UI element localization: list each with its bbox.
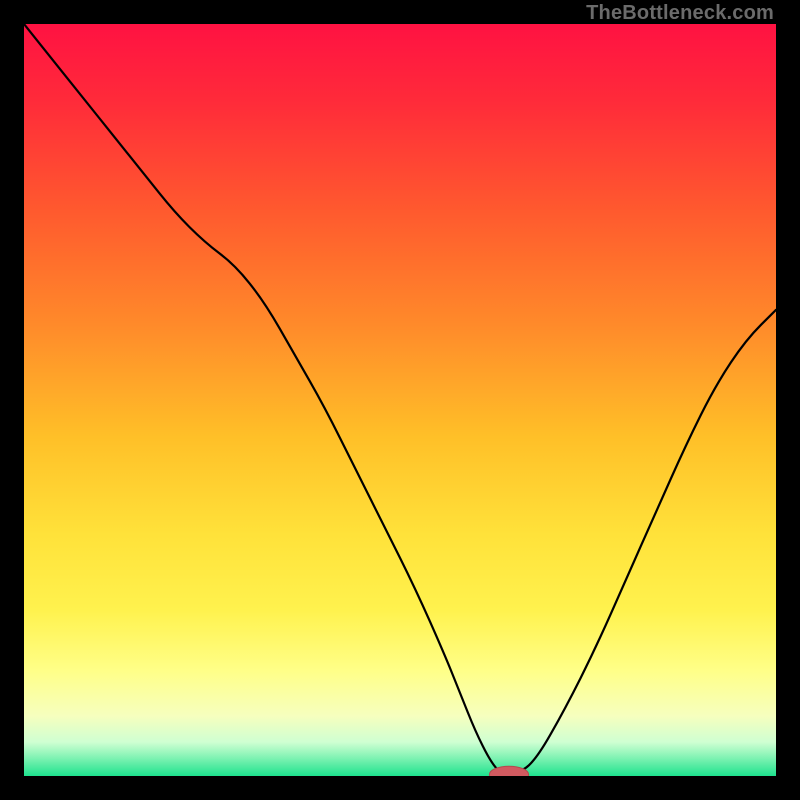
gradient-background [24, 24, 776, 776]
bottleneck-chart [24, 24, 776, 776]
watermark-text: TheBottleneck.com [586, 2, 774, 25]
chart-plot-area [24, 24, 776, 776]
